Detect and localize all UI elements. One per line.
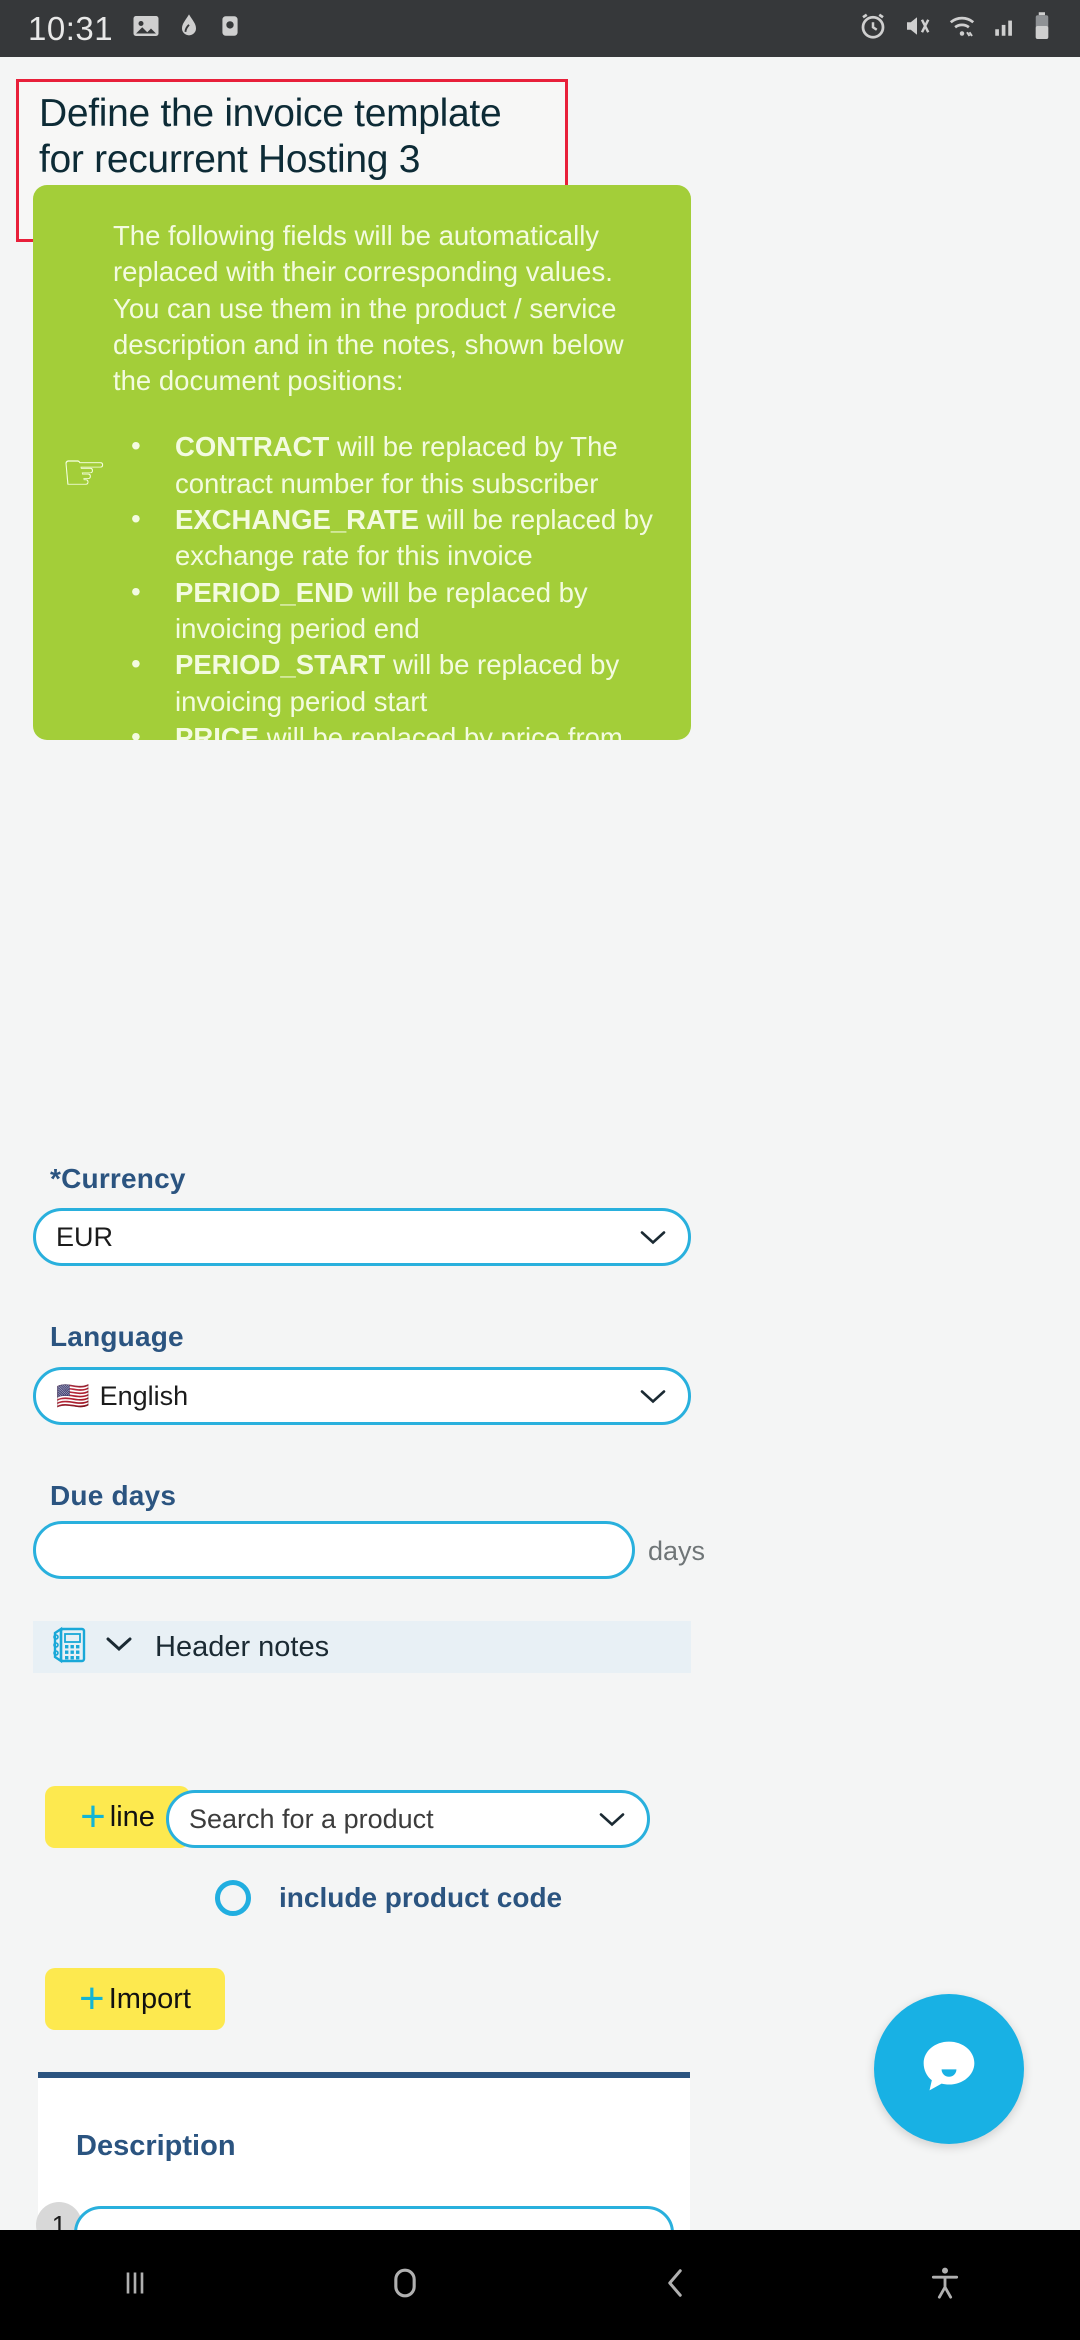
product-search-select[interactable]: Search for a product [166, 1790, 650, 1848]
currency-label: *Currency [50, 1163, 186, 1195]
required-asterisk: * [50, 1163, 62, 1194]
placeholder-item: EXCHANGE_RATE will be replaced by exchan… [113, 501, 669, 575]
import-button[interactable]: + Import [45, 1968, 225, 2030]
status-bar-clock: 10:31 [28, 9, 114, 47]
ink-drop-icon [175, 11, 203, 46]
language-value: English [99, 1380, 189, 1411]
include-product-code-row[interactable]: include product code [215, 1880, 562, 1916]
placeholder-token: EXCHANGE_RATE [175, 504, 419, 536]
battery-icon [1032, 11, 1052, 46]
chevron-down-icon [640, 1222, 666, 1253]
header-notes-section[interactable]: Header notes [33, 1621, 691, 1673]
wifi-icon [946, 11, 978, 46]
home-button[interactable] [270, 2230, 540, 2340]
android-navigation-bar [0, 2230, 1080, 2340]
camera-icon [217, 11, 243, 46]
alarm-icon [858, 11, 888, 46]
chat-fab-button[interactable] [874, 1994, 1024, 2144]
status-bar-system-icons [858, 11, 1052, 46]
image-icon [131, 11, 161, 46]
due-days-suffix: days [648, 1536, 706, 1566]
header-notes-label: Header notes [155, 1630, 330, 1663]
chevron-down-icon[interactable] [105, 1636, 133, 1658]
description-column-header: Description [76, 2130, 236, 2162]
plus-icon: + [79, 1974, 105, 2024]
placeholder-item: PERIOD_START will be replaced by invoici… [113, 646, 669, 720]
plus-icon: + [80, 1792, 106, 1842]
back-button[interactable] [540, 2230, 810, 2340]
placeholder-list: CONTRACT will be replaced by The contrac… [113, 428, 669, 740]
due-days-label: Due days [50, 1480, 176, 1512]
include-product-code-label: include product code [279, 1882, 563, 1913]
placeholder-item: CONTRACT will be replaced by The contrac… [113, 428, 669, 502]
import-label: Import [108, 1982, 191, 2015]
placeholder-token: PERIOD_START [175, 649, 386, 681]
currency-label-text: Currency [61, 1163, 186, 1194]
placeholder-token: PRICE [175, 721, 260, 740]
chat-bubble-icon [910, 2028, 988, 2111]
language-select[interactable]: 🇺🇸 English [33, 1367, 691, 1425]
recents-icon [114, 2262, 156, 2309]
placeholder-info-text: The following fields will be automatical… [113, 218, 669, 740]
accessibility-button[interactable] [810, 2230, 1080, 2340]
due-days-input[interactable] [33, 1521, 635, 1579]
status-bar-notification-icons [131, 11, 243, 46]
placeholder-item: PRICE will be replaced by price from thi… [113, 719, 669, 740]
ledger-book-icon [49, 1624, 89, 1671]
currency-value: EUR [56, 1221, 114, 1252]
signal-icon [992, 11, 1018, 46]
accessibility-icon [925, 2263, 965, 2308]
placeholder-info-panel: ☞ The following fields will be automatic… [33, 185, 691, 740]
recents-button[interactable] [0, 2230, 270, 2340]
include-product-code-radio[interactable] [215, 1880, 251, 1916]
placeholder-token: CONTRACT [175, 431, 330, 463]
language-label: Language [50, 1321, 184, 1353]
info-intro-line-1: The following fields will be automatical… [113, 220, 613, 288]
product-search-placeholder: Search for a product [189, 1803, 434, 1834]
placeholder-item: PERIOD_END will be replaced by invoicing… [113, 574, 669, 648]
currency-select[interactable]: EUR [33, 1208, 691, 1266]
placeholder-token: PERIOD_END [175, 576, 354, 608]
app-screen: 10:31 Define the invoice template for re… [0, 0, 1080, 2340]
info-intro-line-2: You can use them in the product / servic… [113, 292, 624, 397]
due-days-label-text: Due days [50, 1480, 177, 1511]
chevron-down-icon [599, 1804, 625, 1835]
us-flag-icon: 🇺🇸 [56, 1380, 90, 1411]
add-line-label: line [109, 1800, 155, 1833]
pointing-hand-icon: ☞ [61, 444, 108, 502]
language-label-text: Language [50, 1321, 184, 1352]
chevron-down-icon [640, 1381, 666, 1412]
home-circle-icon [383, 2261, 427, 2310]
status-bar: 10:31 [0, 0, 1080, 57]
back-chevron-icon [654, 2262, 696, 2309]
mute-vibrate-icon [902, 11, 932, 46]
